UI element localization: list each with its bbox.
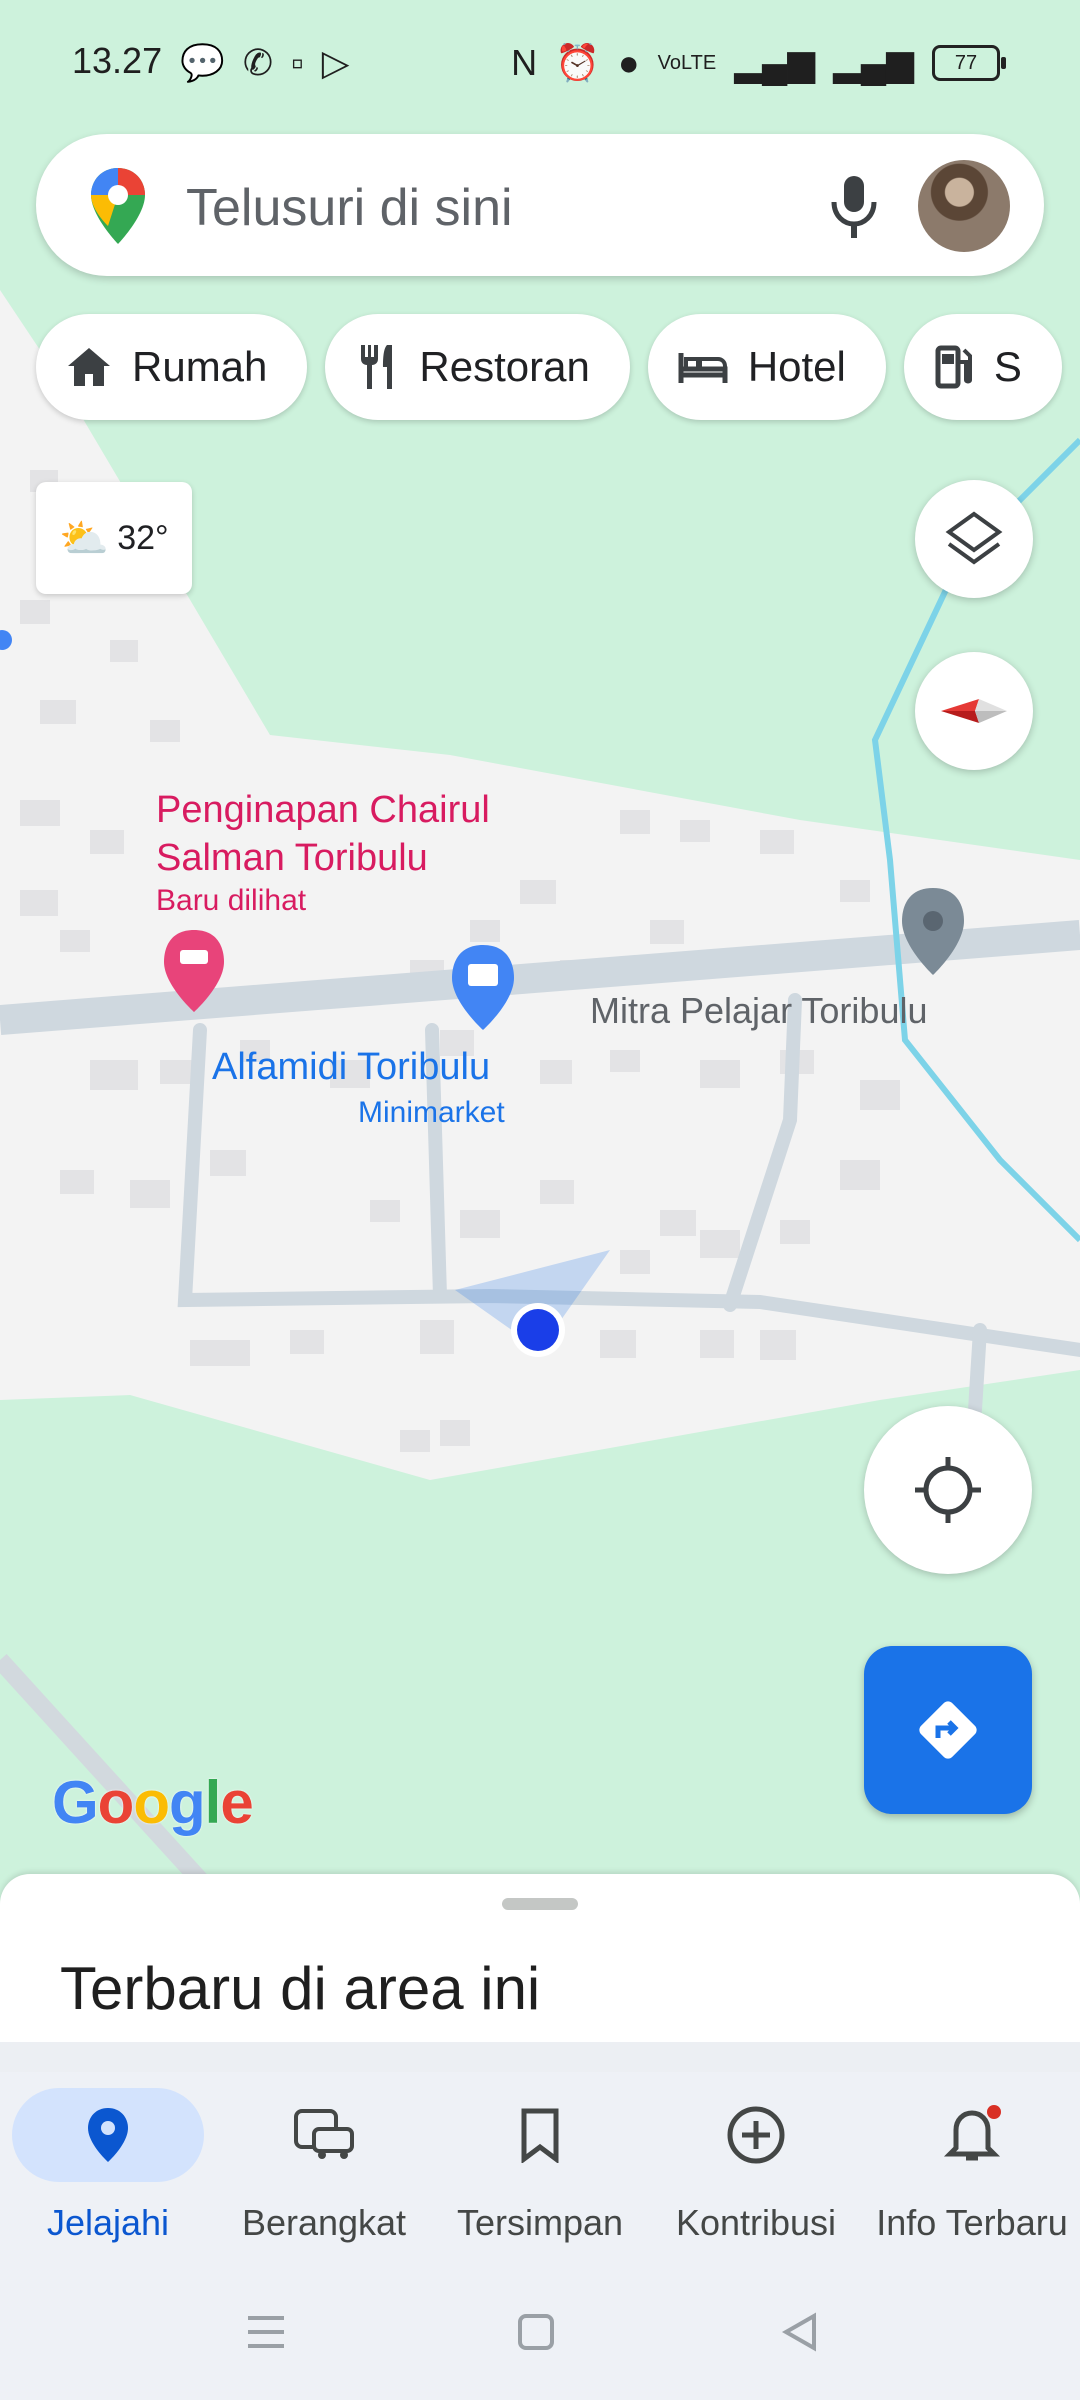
explore-pin-icon [88, 2108, 128, 2162]
whatsapp-icon: ✆ [242, 42, 273, 83]
search-bar[interactable]: Telusuri di sini [36, 134, 1044, 276]
avatar[interactable] [918, 160, 1010, 252]
store-label[interactable]: Alfamidi Toribulu [212, 1046, 490, 1089]
nav-label: Kontribusi [675, 2202, 837, 2243]
sheet-handle[interactable] [502, 1898, 578, 1910]
chip-label: Rumah [132, 343, 268, 390]
bottom-nav: Jelajahi Berangkat Tersimpan Kontribusi … [0, 2072, 1080, 2272]
location-icon: ● [617, 42, 640, 83]
status-bar: 13.27 💬 ✆ ▫ ▷ N ⏰ ● VoLTE ▂▄▆ ▂▄▆ 77 [0, 0, 1080, 120]
notification-bell-icon [943, 2105, 1001, 2161]
bookmark-icon [521, 2108, 559, 2163]
chip-label: Restoran [419, 343, 590, 390]
recents-menu-icon[interactable] [246, 2314, 286, 2350]
battery-icon: 77 [932, 45, 1006, 81]
volte-icon: VoLTE [657, 51, 717, 74]
place-label[interactable]: Mitra Pelajar Toribulu [590, 990, 927, 1032]
hotel-sub-label: Baru dilihat [156, 884, 307, 917]
status-time: 13.27 [72, 40, 163, 81]
system-nav-bar [0, 2272, 1080, 2400]
hotel-bed-icon [678, 353, 728, 383]
chip-hotel[interactable]: Hotel [647, 314, 886, 420]
layers-icon [945, 511, 1003, 565]
weather-badge[interactable]: ⛅ 32° [36, 482, 192, 594]
microphone-icon[interactable] [824, 172, 884, 242]
home-icon [68, 348, 110, 386]
add-circle-icon [727, 2106, 785, 2164]
notification-icons: 💬 ✆ ▫ ▷ [180, 42, 349, 84]
map-canvas[interactable] [0, 0, 1080, 1900]
nav-tersimpan[interactable]: Tersimpan [432, 2088, 648, 2248]
crosshair-icon [915, 1457, 981, 1523]
nav-label: Info Terbaru [876, 2202, 1068, 2243]
category-chips: Rumah Restoran Hotel S [36, 314, 1062, 422]
home-square-icon[interactable] [516, 2312, 556, 2352]
signal-4g-icon: ▂▄▆ [734, 42, 816, 83]
gas-station-icon [935, 345, 972, 389]
compass-button[interactable] [915, 652, 1033, 770]
bottom-sheet[interactable]: Terbaru di area ini [0, 1874, 1080, 2044]
signal-icon: ▂▄▆ [833, 42, 914, 83]
weather-temp: 32° [117, 518, 169, 557]
nfc-icon: N [511, 42, 538, 83]
chip-gas-station[interactable]: S [903, 314, 1062, 420]
nav-kontribusi[interactable]: Kontribusi [648, 2088, 864, 2248]
chip-label: S [993, 343, 1022, 390]
back-triangle-icon[interactable] [780, 2312, 820, 2352]
alarm-icon: ⏰ [555, 42, 600, 83]
search-input[interactable]: Telusuri di sini [186, 178, 513, 238]
google-logo: Google [52, 1769, 254, 1836]
system-status-icons: N ⏰ ● VoLTE ▂▄▆ ▂▄▆ 77 [511, 42, 1006, 84]
chip-label: Hotel [747, 343, 846, 390]
play-store-icon: ▷ [321, 42, 350, 83]
nav-label: Tersimpan [456, 2202, 624, 2243]
nav-jelajahi[interactable]: Jelajahi [0, 2088, 216, 2248]
nav-info-terbaru[interactable]: Info Terbaru [864, 2088, 1080, 2248]
restaurant-icon [361, 345, 393, 389]
app-icon: ▫ [291, 42, 304, 83]
hotel-label[interactable]: Penginapan Chairul Salman Toribulu [156, 786, 516, 882]
commute-icon [294, 2109, 354, 2159]
partly-cloudy-icon: ⛅ [59, 516, 110, 561]
chip-rumah[interactable]: Rumah [36, 314, 308, 420]
nav-label: Jelajahi [46, 2202, 170, 2243]
sheet-title: Terbaru di area ini [60, 1955, 541, 2022]
layers-button[interactable] [915, 480, 1033, 598]
google-maps-pin-icon [91, 168, 145, 244]
directions-button[interactable] [864, 1646, 1032, 1814]
nav-berangkat[interactable]: Berangkat [216, 2088, 432, 2248]
directions-icon [919, 1701, 977, 1759]
compass-icon [941, 699, 1007, 723]
chat-icon: 💬 [180, 42, 225, 83]
my-location-button[interactable] [864, 1406, 1032, 1574]
nav-label: Berangkat [241, 2202, 407, 2243]
store-type-label: Minimarket [358, 1096, 505, 1129]
chip-restoran[interactable]: Restoran [325, 314, 630, 420]
divider [0, 2042, 1080, 2072]
